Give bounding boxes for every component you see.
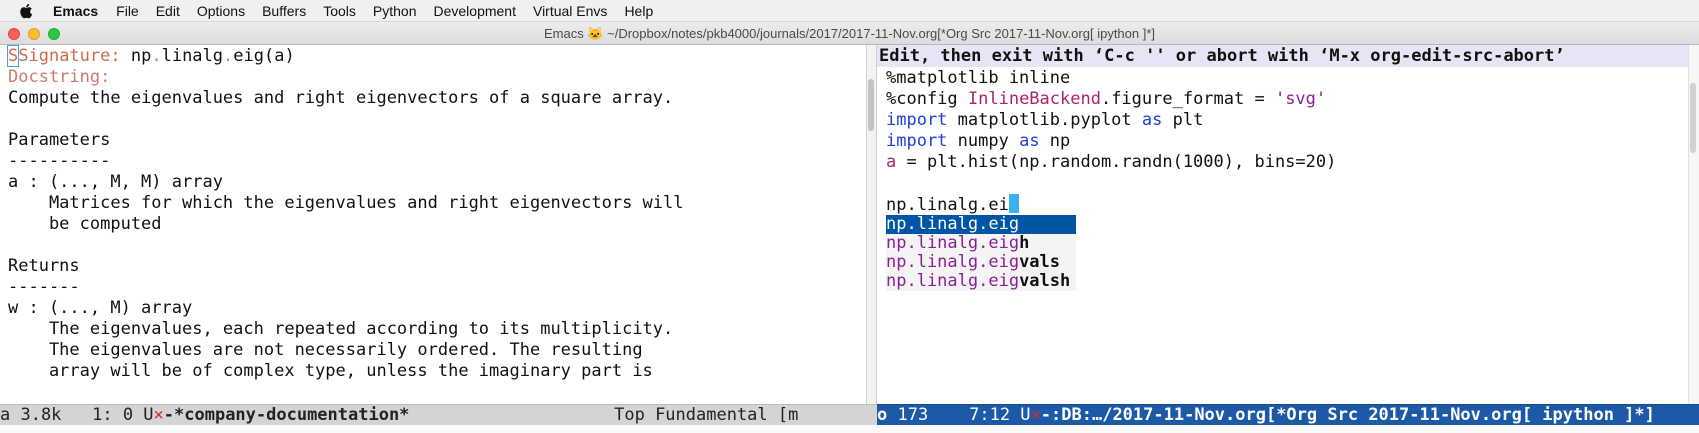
doc-line: a : (..., M, M) array xyxy=(8,172,223,192)
source-edit-pane[interactable]: Edit, then exit with ‘C-c '' or abort wi… xyxy=(877,45,1699,404)
menu-file[interactable]: File xyxy=(116,3,139,19)
emacs-window: Emacs 🐱 ~/Dropbox/notes/pkb4000/journals… xyxy=(0,23,1699,433)
menu-help[interactable]: Help xyxy=(624,3,653,19)
menu-python[interactable]: Python xyxy=(373,3,417,19)
menu-bar: Emacs File Edit Options Buffers Tools Py… xyxy=(0,0,1699,22)
menu-tools[interactable]: Tools xyxy=(323,3,356,19)
signature-np: np xyxy=(130,46,152,66)
code-line-4: import numpy as np xyxy=(886,131,1071,151)
mode-line-overflow: m xyxy=(788,405,799,425)
code-line-1: %matplotlib inline xyxy=(886,68,1071,88)
doc-line: be computed xyxy=(8,214,162,234)
right-scrollbar-thumb[interactable] xyxy=(1690,83,1696,153)
code-line-3: import matplotlib.pyplot as plt xyxy=(886,110,1204,130)
doc-line: ------- xyxy=(8,277,80,297)
doc-line: w : (..., M) array xyxy=(8,298,193,318)
completion-popup[interactable]: np.linalg.eig np.linalg.eigh np.linalg.e… xyxy=(886,215,1076,291)
minibuffer[interactable] xyxy=(0,425,1699,433)
mode-line-right[interactable]: o 173 7:12 U×-:DB:…/2017-11-Nov.org[*Org… xyxy=(877,404,1699,425)
menu-development[interactable]: Development xyxy=(433,3,516,19)
modified-mark: × xyxy=(1030,405,1041,425)
completion-item[interactable]: np.linalg.eigvalsh xyxy=(886,272,1076,291)
doc-line: ---------- xyxy=(8,151,111,171)
doc-line: The eigenvalues, each repeated according… xyxy=(8,319,674,339)
apple-icon[interactable] xyxy=(19,3,35,19)
doc-line: array will be of complex type, unless th… xyxy=(8,361,653,381)
mode-line-info: 173 7:12 U xyxy=(887,405,1031,425)
completion-item[interactable]: np.linalg.eigh xyxy=(886,234,1076,253)
text-cursor xyxy=(1008,194,1019,213)
left-scrollbar-thumb[interactable] xyxy=(868,79,874,131)
documentation-pane[interactable]: SSignature: np.linalg.eig(a) Docstring: … xyxy=(0,45,866,404)
doc-line: Returns xyxy=(8,256,80,276)
code-line-5: a = plt.hist(np.random.randn(1000), bins… xyxy=(886,152,1337,172)
signature-eig: eig(a) xyxy=(233,46,295,66)
buffer-name[interactable]: -:DB:…/2017-11-Nov.org[*Org Src 2017-11-… xyxy=(1041,405,1655,425)
code-line-7[interactable]: np.linalg.ei xyxy=(886,194,1019,215)
signature-label: Signature: xyxy=(18,46,121,66)
menu-options[interactable]: Options xyxy=(197,3,245,19)
doc-line: The eigenvalues are not necessarily orde… xyxy=(8,340,643,360)
signature-line: SSignature: np.linalg.eig(a) xyxy=(6,45,295,67)
menu-edit[interactable]: Edit xyxy=(156,3,180,19)
completion-item[interactable]: np.linalg.eigvals xyxy=(886,253,1076,272)
doc-line: Compute the eigenvalues and right eigenv… xyxy=(8,88,674,108)
signature-linalg: linalg xyxy=(161,46,224,66)
completion-item-selected[interactable]: np.linalg.eig xyxy=(886,215,1076,234)
menu-virtual-envs[interactable]: Virtual Envs xyxy=(533,3,607,19)
modified-mark: × xyxy=(153,405,164,425)
menu-buffers[interactable]: Buffers xyxy=(262,3,306,19)
mode-line-position: Top Fundamental [ xyxy=(614,405,789,425)
window-title: Emacs 🐱 ~/Dropbox/notes/pkb4000/journals… xyxy=(543,26,1156,41)
window-titlebar[interactable]: Emacs 🐱 ~/Dropbox/notes/pkb4000/journals… xyxy=(0,23,1699,45)
buffer-name[interactable]: -*company-documentation* xyxy=(164,405,410,425)
mode-line-left[interactable]: a 3.8k 1: 0 U×-*company-documentation* T… xyxy=(0,404,877,425)
code-line-2: %config InlineBackend.figure_format = 's… xyxy=(886,89,1327,109)
docstring-label: Docstring: xyxy=(8,67,111,87)
mode-line-state: a 3.8k 1: 0 U xyxy=(0,405,154,425)
menu-app-name[interactable]: Emacs xyxy=(53,3,98,19)
signature-label-first: S xyxy=(6,45,20,67)
mode-line-lead: o xyxy=(877,405,888,425)
doc-line: Matrices for which the eigenvalues and r… xyxy=(8,193,684,213)
edit-instructions-banner: Edit, then exit with ‘C-c '' or abort wi… xyxy=(877,45,1699,67)
doc-line: Parameters xyxy=(8,130,111,150)
